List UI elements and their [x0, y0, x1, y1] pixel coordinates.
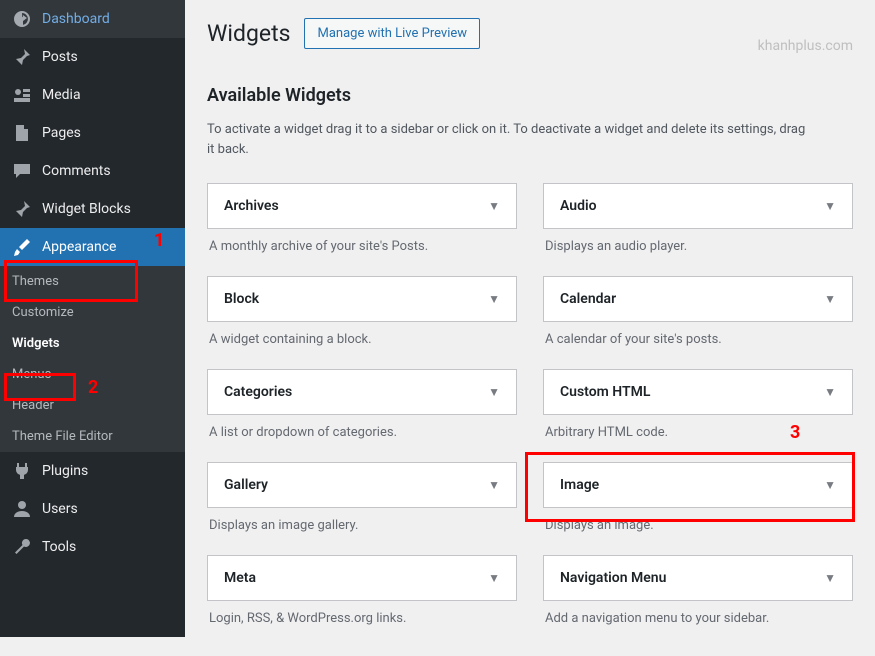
dashboard-icon [12, 9, 32, 29]
sidebar-item-media[interactable]: Media [0, 76, 185, 114]
chevron-down-icon: ▼ [488, 478, 500, 492]
submenu-widgets[interactable]: Widgets [0, 328, 185, 359]
page-title: Widgets [207, 20, 290, 47]
live-preview-button[interactable]: Manage with Live Preview [304, 18, 480, 49]
submenu-themes[interactable]: Themes [0, 266, 185, 297]
submenu-header[interactable]: Header [0, 390, 185, 421]
sidebar-item-label: Posts [42, 49, 78, 65]
widget-gallery[interactable]: Gallery ▼ [207, 462, 517, 508]
widget-calendar[interactable]: Calendar ▼ [543, 276, 853, 322]
widget-archives[interactable]: Archives ▼ [207, 183, 517, 229]
widget-desc: A calendar of your site's posts. [543, 332, 853, 347]
section-description: To activate a widget drag it to a sideba… [207, 120, 807, 159]
widget-label: Block [224, 291, 259, 307]
sidebar-item-label: Appearance [42, 239, 116, 255]
submenu-customize[interactable]: Customize [0, 297, 185, 328]
widget-desc: Login, RSS, & WordPress.org links. [207, 611, 517, 626]
widget-meta[interactable]: Meta ▼ [207, 555, 517, 601]
sidebar-item-users[interactable]: Users [0, 490, 185, 528]
widgets-grid: Archives ▼ A monthly archive of your sit… [207, 183, 853, 638]
page-header: Widgets Manage with Live Preview [207, 18, 853, 49]
widget-label: Navigation Menu [560, 570, 666, 586]
admin-sidebar: Dashboard Posts Media Pages Comments Wid… [0, 0, 185, 637]
sidebar-item-plugins[interactable]: Plugins [0, 452, 185, 490]
sidebar-item-label: Users [42, 501, 78, 517]
chevron-down-icon: ▼ [824, 478, 836, 492]
sidebar-item-posts[interactable]: Posts [0, 38, 185, 76]
sidebar-item-comments[interactable]: Comments [0, 152, 185, 190]
widget-label: Gallery [224, 477, 268, 493]
widget-block[interactable]: Block ▼ [207, 276, 517, 322]
widget-custom-html[interactable]: Custom HTML ▼ [543, 369, 853, 415]
main-content: Widgets Manage with Live Preview Availab… [185, 0, 875, 656]
widget-label: Audio [560, 198, 597, 214]
sidebar-item-label: Media [42, 87, 81, 103]
widget-label: Image [560, 477, 599, 493]
widget-desc: Displays an image gallery. [207, 518, 517, 533]
sidebar-item-label: Plugins [42, 463, 88, 479]
appearance-submenu: Themes Customize Widgets Menus Header Th… [0, 266, 185, 452]
submenu-theme-file-editor[interactable]: Theme File Editor [0, 421, 185, 452]
media-icon [12, 85, 32, 105]
widget-desc: Add a navigation menu to your sidebar. [543, 611, 853, 626]
sidebar-item-label: Comments [42, 163, 111, 179]
chevron-down-icon: ▼ [488, 571, 500, 585]
widget-column-left: Archives ▼ A monthly archive of your sit… [207, 183, 517, 638]
chevron-down-icon: ▼ [824, 571, 836, 585]
comment-icon [12, 161, 32, 181]
brush-icon [12, 237, 32, 257]
sidebar-item-pages[interactable]: Pages [0, 114, 185, 152]
widget-desc: A widget containing a block. [207, 332, 517, 347]
section-title: Available Widgets [207, 85, 853, 106]
submenu-menus[interactable]: Menus [0, 359, 185, 390]
widget-desc: Arbitrary HTML code. [543, 425, 853, 440]
widget-desc: Displays an audio player. [543, 239, 853, 254]
widget-label: Meta [224, 570, 256, 586]
chevron-down-icon: ▼ [824, 292, 836, 306]
widget-label: Archives [224, 198, 279, 214]
chevron-down-icon: ▼ [824, 385, 836, 399]
sidebar-item-label: Pages [42, 125, 81, 141]
sidebar-item-appearance[interactable]: Appearance [0, 228, 185, 266]
chevron-down-icon: ▼ [488, 199, 500, 213]
sidebar-item-widget-blocks[interactable]: Widget Blocks [0, 190, 185, 228]
page-icon [12, 123, 32, 143]
widget-label: Calendar [560, 291, 616, 307]
sidebar-item-tools[interactable]: Tools [0, 528, 185, 566]
widget-categories[interactable]: Categories ▼ [207, 369, 517, 415]
chevron-down-icon: ▼ [488, 292, 500, 306]
widget-column-right: Audio ▼ Displays an audio player. Calend… [543, 183, 853, 638]
sidebar-item-label: Widget Blocks [42, 201, 131, 217]
widget-image[interactable]: Image ▼ [543, 462, 853, 508]
sidebar-item-label: Tools [42, 539, 76, 555]
plug-icon [12, 461, 32, 481]
widget-desc: A list or dropdown of categories. [207, 425, 517, 440]
chevron-down-icon: ▼ [488, 385, 500, 399]
pin-icon [12, 47, 32, 67]
widget-audio[interactable]: Audio ▼ [543, 183, 853, 229]
wrench-icon [12, 537, 32, 557]
widget-desc: A monthly archive of your site's Posts. [207, 239, 517, 254]
user-icon [12, 499, 32, 519]
widget-desc: Displays an image. [543, 518, 853, 533]
sidebar-item-dashboard[interactable]: Dashboard [0, 0, 185, 38]
pin-icon [12, 199, 32, 219]
widget-label: Categories [224, 384, 292, 400]
chevron-down-icon: ▼ [824, 199, 836, 213]
widget-label: Custom HTML [560, 384, 650, 400]
widget-navigation-menu[interactable]: Navigation Menu ▼ [543, 555, 853, 601]
sidebar-item-label: Dashboard [42, 11, 110, 27]
